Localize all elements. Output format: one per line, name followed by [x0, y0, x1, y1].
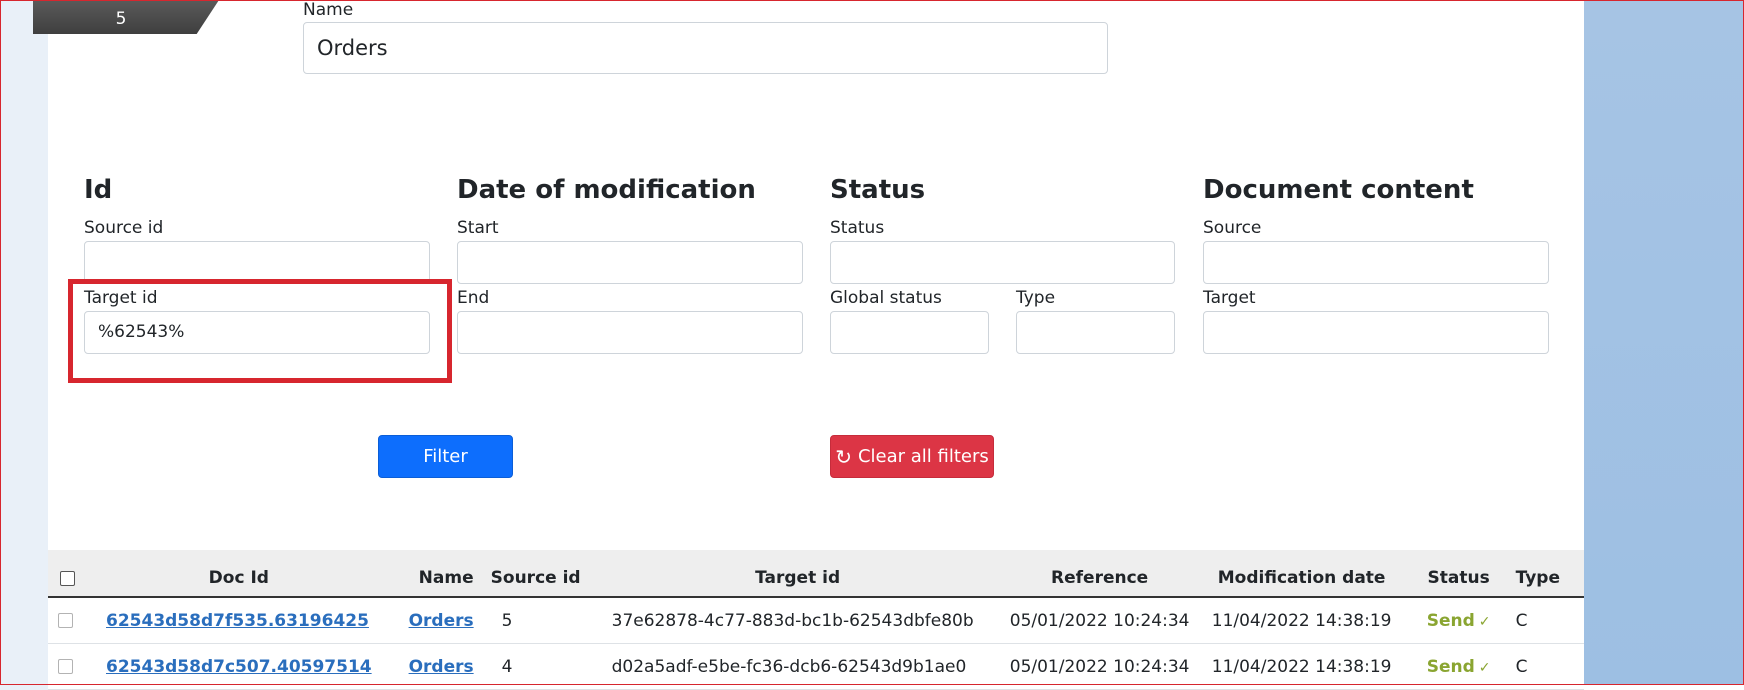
- refresh-icon: ↻: [835, 444, 852, 469]
- header-type[interactable]: Type: [1509, 550, 1584, 598]
- date-heading: Date of modification: [457, 175, 756, 205]
- content-heading: Document content: [1203, 175, 1474, 205]
- header-name[interactable]: Name: [377, 550, 480, 598]
- doc-id-link[interactable]: 62543d58d7f535.63196425: [106, 611, 369, 631]
- doc-id-link[interactable]: 62543d58d7c507.40597514: [106, 657, 372, 677]
- status-cell: Send ✓: [1407, 643, 1510, 690]
- table-row: 62543d58d7c507.40597514 Orders 4 d02a5ad…: [48, 643, 1584, 690]
- target-id-cell: 37e62878-4c77-883d-bc1b-62543dbfe80b: [591, 597, 1004, 644]
- name-label: Name: [303, 0, 354, 20]
- target-id-cell: d02a5adf-e5be-fc36-dcb6-62543d9b1ae0: [591, 643, 1004, 690]
- start-label: Start: [457, 218, 499, 238]
- check-icon: ✓: [1478, 613, 1491, 630]
- content-source-input[interactable]: [1203, 241, 1549, 284]
- end-label: End: [457, 288, 490, 308]
- start-date-input[interactable]: [457, 241, 803, 284]
- check-icon: ✓: [1478, 659, 1491, 676]
- type-cell: C: [1509, 643, 1584, 690]
- name-link[interactable]: Orders: [409, 657, 474, 677]
- header-status[interactable]: Status: [1407, 550, 1510, 598]
- source-id-cell: 5: [479, 597, 592, 644]
- header-source-id[interactable]: Source id: [479, 550, 592, 598]
- modification-date-cell: 11/04/2022 14:38:19: [1195, 597, 1408, 644]
- reference-cell: 05/01/2022 10:24:34: [1003, 597, 1196, 644]
- global-status-label: Global status: [830, 288, 942, 308]
- header-modification-date[interactable]: Modification date: [1195, 550, 1408, 598]
- type-input[interactable]: [1016, 311, 1175, 354]
- status-input[interactable]: [830, 241, 1175, 284]
- content-source-label: Source: [1203, 218, 1262, 238]
- name-input[interactable]: Orders: [303, 22, 1108, 74]
- documents-table: Doc Id Name Source id Target id Referenc…: [48, 550, 1584, 690]
- status-cell: Send ✓: [1407, 597, 1510, 644]
- name-link[interactable]: Orders: [409, 611, 474, 631]
- row-checkbox[interactable]: [58, 659, 73, 674]
- content-target-input[interactable]: [1203, 311, 1549, 354]
- type-cell: C: [1509, 597, 1584, 644]
- source-id-cell: 4: [479, 643, 592, 690]
- status-text: Send: [1426, 610, 1475, 631]
- end-date-input[interactable]: [457, 311, 803, 354]
- doc-id-cell: 62543d58d7f535.63196425: [100, 597, 378, 644]
- row-select-cell: [48, 643, 100, 690]
- id-heading: Id: [84, 175, 113, 205]
- type-label: Type: [1016, 288, 1056, 308]
- target-id-highlight: [68, 279, 452, 383]
- row-checkbox[interactable]: [58, 613, 73, 628]
- status-text: Send: [1426, 656, 1475, 677]
- name-cell: Orders: [377, 597, 480, 644]
- clear-filters-button[interactable]: ↻ Clear all filters: [830, 435, 994, 478]
- step-tab[interactable]: 5: [33, 0, 219, 34]
- clear-filters-label: Clear all filters: [857, 446, 989, 467]
- doc-id-cell: 62543d58d7c507.40597514: [100, 643, 378, 690]
- status-heading: Status: [830, 175, 926, 205]
- select-all-checkbox[interactable]: [60, 570, 75, 586]
- table-row: 62543d58d7f535.63196425 Orders 5 37e6287…: [48, 597, 1584, 644]
- reference-cell: 05/01/2022 10:24:34: [1003, 643, 1196, 690]
- content-target-label: Target: [1203, 288, 1256, 308]
- select-all-cell: [48, 550, 100, 598]
- filter-button[interactable]: Filter: [378, 435, 513, 478]
- name-cell: Orders: [377, 643, 480, 690]
- header-doc-id[interactable]: Doc Id: [100, 550, 378, 598]
- filter-button-label: Filter: [423, 446, 468, 467]
- status-label: Status: [830, 218, 885, 238]
- header-target-id[interactable]: Target id: [591, 550, 1004, 598]
- source-id-input[interactable]: [84, 241, 430, 284]
- row-select-cell: [48, 597, 100, 644]
- header-reference[interactable]: Reference: [1003, 550, 1196, 598]
- background-panel: [1584, 0, 1744, 685]
- table-header-row: Doc Id Name Source id Target id Referenc…: [48, 550, 1584, 598]
- modification-date-cell: 11/04/2022 14:38:19: [1195, 643, 1408, 690]
- source-id-label: Source id: [84, 218, 164, 238]
- global-status-input[interactable]: [830, 311, 989, 354]
- step-number: 5: [115, 9, 127, 29]
